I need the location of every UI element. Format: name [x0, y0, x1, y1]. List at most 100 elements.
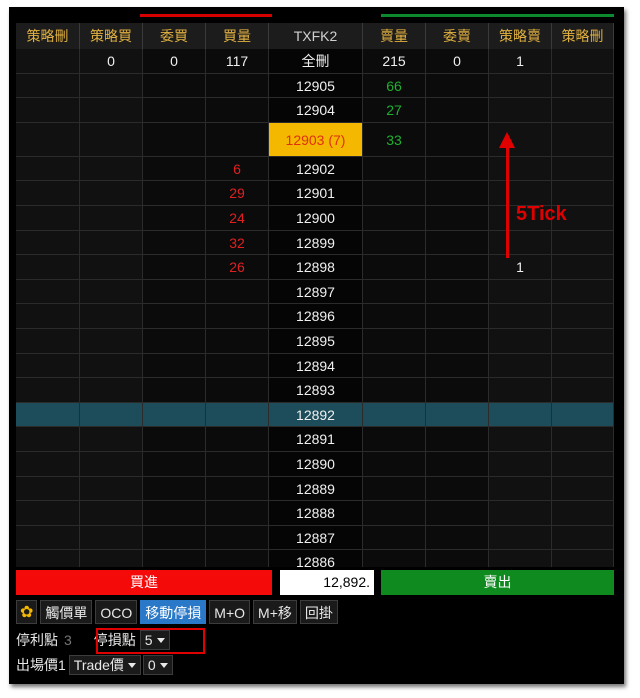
bid-volume-cell[interactable]: 26 [206, 255, 269, 280]
bid-volume-cell[interactable] [206, 402, 269, 428]
bid-volume-cell[interactable]: 29 [206, 181, 269, 206]
ladder-row[interactable]: 12895 [16, 329, 614, 354]
strategy-delete-cell[interactable] [552, 122, 614, 157]
price-cell[interactable]: 12905 [269, 73, 363, 99]
strategy-delete-cell[interactable] [552, 402, 614, 428]
bid-volume-cell[interactable] [206, 550, 269, 567]
ask-volume-cell[interactable] [363, 230, 426, 256]
bid-orders-cell[interactable] [143, 156, 206, 182]
strategy-delete-cell[interactable] [552, 279, 614, 305]
bid-volume-cell[interactable]: 24 [206, 206, 269, 231]
ask-volume-cell[interactable] [363, 255, 426, 280]
buy-button[interactable]: 買進 [16, 570, 272, 595]
strategy-buy-cell[interactable] [80, 156, 143, 182]
ladder-row[interactable]: 6 12902 [16, 156, 614, 182]
take-profit-value[interactable]: 3 [64, 632, 72, 648]
strategy-delete-cell[interactable] [16, 98, 80, 123]
price-cell[interactable]: 12895 [269, 329, 363, 354]
price-cell[interactable]: 12902 [269, 156, 363, 182]
ask-orders-cell[interactable] [426, 122, 489, 157]
bid-orders-cell[interactable] [143, 427, 206, 452]
bid-volume-cell[interactable] [206, 98, 269, 123]
ladder-row[interactable]: 26 12898 1 [16, 255, 614, 280]
bid-orders-cell[interactable] [143, 304, 206, 329]
strategy-delete-cell[interactable] [552, 98, 614, 123]
bid-orders-cell[interactable] [143, 550, 206, 567]
strategy-buy-cell[interactable] [80, 476, 143, 502]
strategy-delete-cell[interactable] [16, 329, 80, 354]
ask-volume-cell[interactable] [363, 353, 426, 379]
strategy-delete-cell[interactable] [16, 73, 80, 99]
strategy-buy-cell[interactable] [80, 427, 143, 452]
ask-orders-cell[interactable] [426, 304, 489, 329]
strategy-sell-cell[interactable] [489, 525, 552, 551]
ask-orders-cell[interactable] [426, 353, 489, 379]
strategy-delete-cell[interactable] [16, 206, 80, 231]
strategy-delete-cell[interactable] [16, 427, 80, 452]
price-cell[interactable]: 12890 [269, 452, 363, 477]
strategy-delete-cell[interactable] [552, 501, 614, 526]
ask-orders-cell[interactable] [426, 98, 489, 123]
strategy-buy-cell[interactable] [80, 525, 143, 551]
strategy-buy-cell[interactable] [80, 230, 143, 256]
strategy-delete-cell[interactable] [552, 378, 614, 403]
bid-volume-cell[interactable]: 32 [206, 230, 269, 256]
bid-orders-cell[interactable] [143, 181, 206, 206]
header-strategy-buy[interactable]: 策略買 [80, 23, 143, 49]
ladder-row[interactable]: 12905 66 [16, 73, 614, 99]
price-cell[interactable]: 12887 [269, 525, 363, 551]
bid-orders-cell[interactable] [143, 378, 206, 403]
bid-volume-cell[interactable] [206, 122, 269, 157]
ask-volume-cell[interactable] [363, 156, 426, 182]
trailing-stop-button[interactable]: 移動停損 [140, 600, 207, 624]
m-plus-trail-button[interactable]: M+移 [253, 600, 297, 624]
bid-orders-cell[interactable] [143, 525, 206, 551]
strategy-delete-cell[interactable] [552, 452, 614, 477]
ladder-row[interactable]: 12887 [16, 525, 614, 551]
strategy-delete-cell[interactable] [16, 49, 80, 74]
ask-orders-cell[interactable] [426, 452, 489, 477]
bid-volume-cell[interactable] [206, 279, 269, 305]
price-cell[interactable]: 12894 [269, 353, 363, 379]
ask-volume-cell[interactable]: 27 [363, 98, 426, 123]
strategy-delete-cell[interactable] [552, 156, 614, 182]
header-strategy-delete-right[interactable]: 策略刪 [552, 23, 614, 49]
price-cell[interactable]: 12891 [269, 427, 363, 452]
strategy-sell-cell[interactable] [489, 550, 552, 567]
ask-orders-cell[interactable] [426, 255, 489, 280]
ask-orders-cell[interactable] [426, 181, 489, 206]
bid-orders-cell[interactable] [143, 279, 206, 305]
ladder-row[interactable]: 12893 [16, 378, 614, 403]
price-cell[interactable]: 12897 [269, 279, 363, 305]
strategy-buy-cell[interactable] [80, 353, 143, 379]
strategy-buy-cell[interactable] [80, 329, 143, 354]
ask-volume-cell[interactable] [363, 452, 426, 477]
strategy-sell-cell[interactable] [489, 501, 552, 526]
ladder-row[interactable]: 12896 [16, 304, 614, 329]
strategy-delete-cell[interactable] [552, 476, 614, 502]
strategy-delete-cell[interactable] [552, 550, 614, 567]
gear-icon[interactable]: ✿ [16, 600, 38, 624]
strategy-buy-cell[interactable] [80, 304, 143, 329]
price-cell[interactable]: 12901 [269, 181, 363, 206]
bid-orders-cell[interactable] [143, 122, 206, 157]
bid-volume-cell[interactable] [206, 427, 269, 452]
strategy-delete-cell[interactable] [16, 122, 80, 157]
strategy-delete-cell[interactable] [16, 402, 80, 428]
ladder-row[interactable]: 12892 [16, 402, 614, 428]
ask-orders-cell[interactable] [426, 279, 489, 305]
strategy-delete-cell[interactable] [16, 279, 80, 305]
strategy-delete-cell[interactable] [16, 550, 80, 567]
ask-volume-cell[interactable] [363, 501, 426, 526]
strategy-delete-cell[interactable] [16, 378, 80, 403]
ladder-row[interactable]: 12891 [16, 427, 614, 452]
price-input[interactable]: 12,892. [280, 570, 374, 595]
ladder-row[interactable]: 12903 (7) 33 [16, 122, 614, 157]
bid-orders-cell[interactable]: 0 [143, 49, 206, 74]
ladder-row[interactable]: 12886 [16, 550, 614, 567]
strategy-sell-cell[interactable] [489, 378, 552, 403]
ask-volume-cell[interactable]: 215 [363, 49, 426, 74]
ladder-row[interactable]: 12904 27 [16, 98, 614, 123]
strategy-delete-cell[interactable] [16, 255, 80, 280]
price-cell[interactable]: 12896 [269, 304, 363, 329]
